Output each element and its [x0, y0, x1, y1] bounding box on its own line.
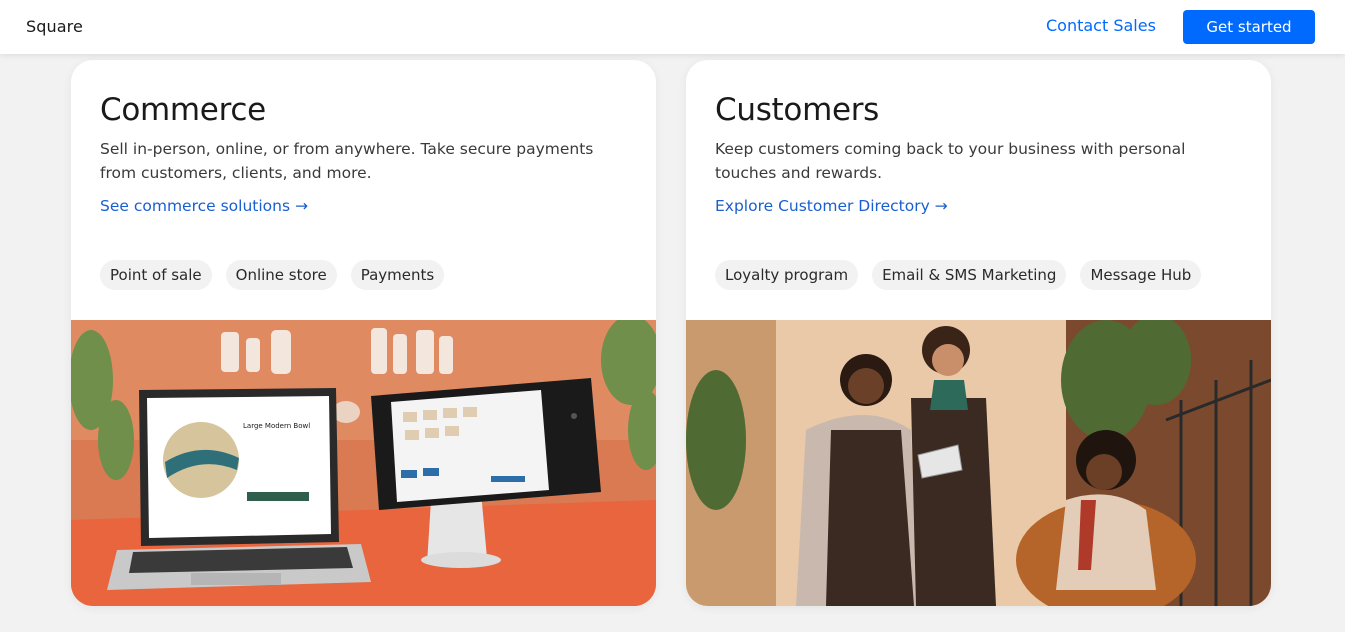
commerce-description: Sell in-person, online, or from anywhere…: [100, 140, 594, 182]
chip-loyalty-program[interactable]: Loyalty program: [715, 260, 859, 290]
salon-customers-image: [686, 320, 1271, 606]
customers-photo: [686, 320, 1271, 606]
chip-email-sms-marketing[interactable]: Email & SMS Marketing: [872, 260, 1067, 290]
explore-customer-directory-link[interactable]: Explore Customer Directory →: [715, 197, 948, 215]
customers-description: Keep customers coming back to your busin…: [715, 140, 1186, 182]
commerce-card: Commerce Sell in-person, online, or from…: [71, 60, 656, 606]
commerce-title: Commerce: [100, 92, 266, 128]
screen-product-title: Large Modern Bowl: [243, 422, 310, 430]
commerce-photo: Large Modern Bowl: [71, 320, 656, 606]
see-commerce-solutions-link[interactable]: See commerce solutions →: [100, 197, 308, 215]
customers-chips: Loyalty program Email & SMS Marketing Me…: [715, 260, 1202, 290]
top-navigation: Square Contact Sales Get started: [0, 0, 1345, 54]
get-started-button[interactable]: Get started: [1183, 10, 1315, 44]
customers-card: Customers Keep customers coming back to …: [686, 60, 1271, 606]
chip-message-hub[interactable]: Message Hub: [1080, 260, 1202, 290]
brand-logo[interactable]: Square: [26, 17, 83, 36]
contact-sales-link[interactable]: Contact Sales: [1046, 16, 1156, 35]
chip-point-of-sale[interactable]: Point of sale: [100, 260, 212, 290]
chip-payments[interactable]: Payments: [350, 260, 445, 290]
commerce-chips: Point of sale Online store Payments: [100, 260, 445, 290]
laptop-and-pos-terminal-image: Large Modern Bowl: [71, 320, 656, 606]
chip-online-store[interactable]: Online store: [225, 260, 337, 290]
customers-title: Customers: [715, 92, 880, 128]
